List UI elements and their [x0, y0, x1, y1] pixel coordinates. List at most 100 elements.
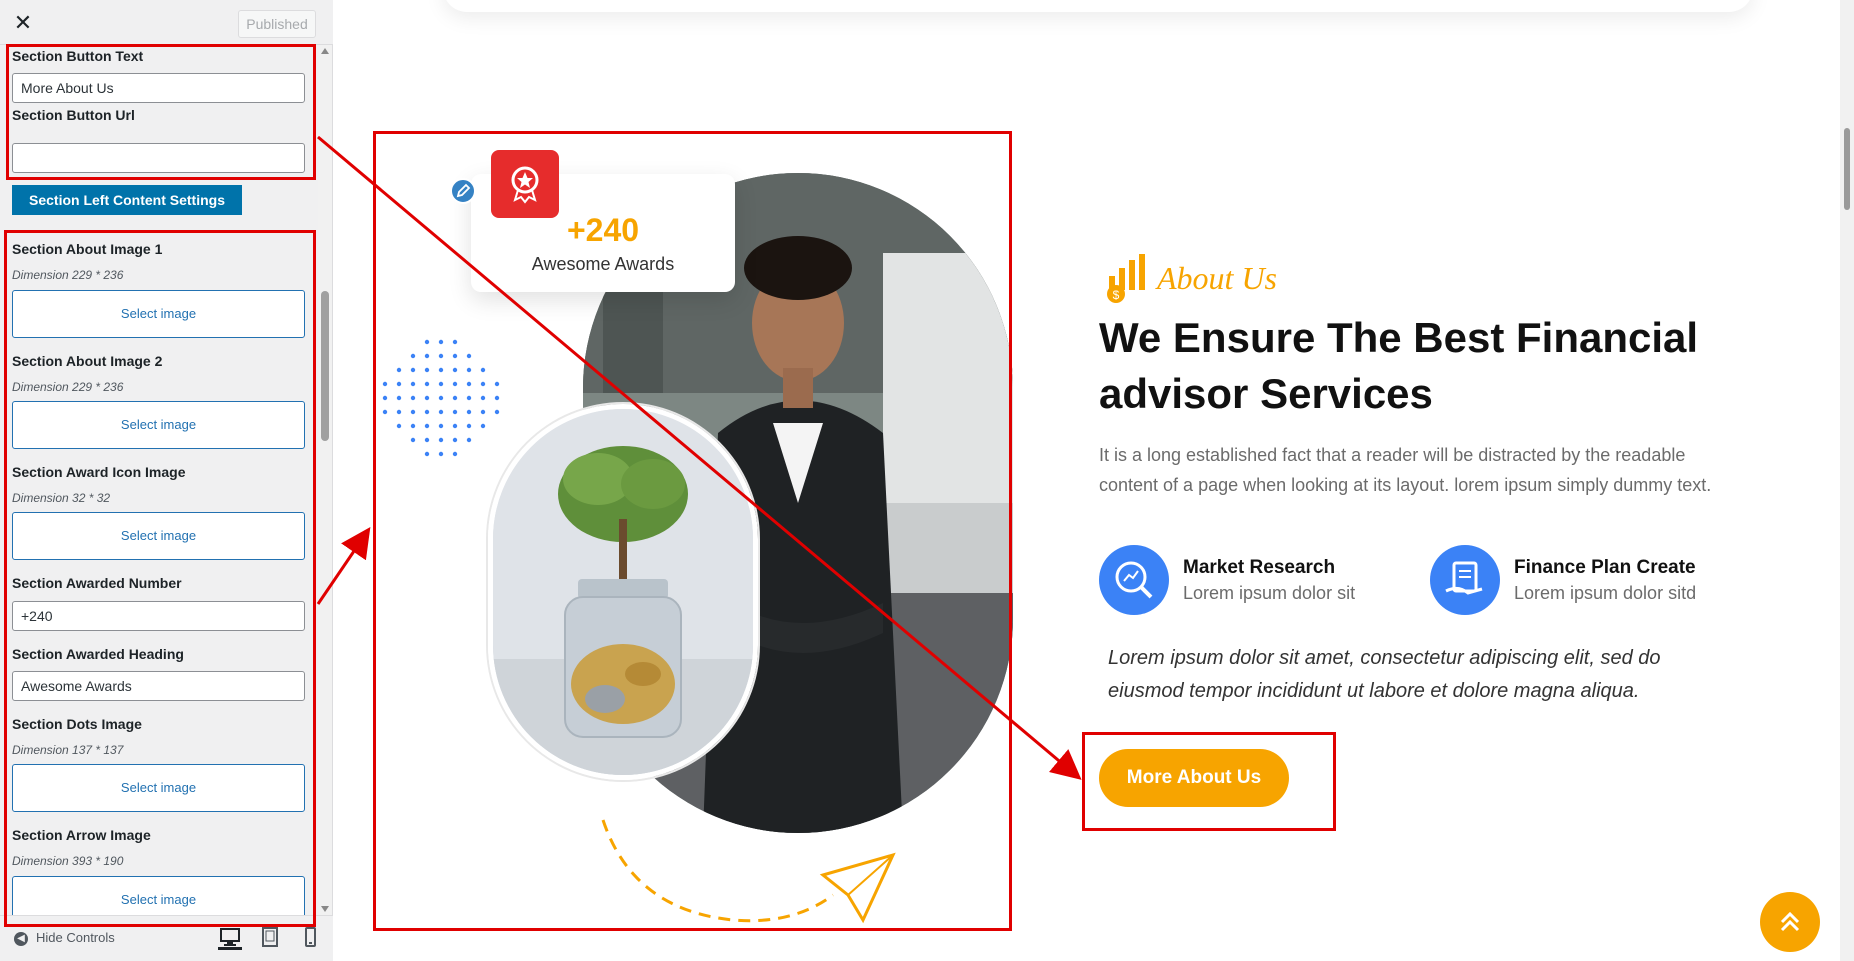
dot: [480, 409, 486, 415]
dot: [452, 409, 458, 415]
section-heading: We Ensure The Best Financial advisor Ser…: [1099, 314, 1699, 417]
sidebar-scrollbar[interactable]: [318, 45, 332, 915]
dot: [382, 409, 388, 415]
section-description: It is a long established fact that a rea…: [1099, 445, 1712, 495]
about-images: +240 Awesome Awards: [373, 150, 1013, 930]
arrow-image-select-button[interactable]: Select image: [12, 876, 305, 915]
about-label: About Us: [1157, 260, 1277, 296]
dot: [452, 395, 458, 401]
about-tag: $ About Us: [1099, 252, 1277, 306]
dot: [480, 367, 486, 373]
svg-text:$: $: [1113, 288, 1120, 302]
award-icon-select-button[interactable]: Select image: [12, 512, 305, 560]
sidebar-controls: Section Button Text More About Us Sectio…: [0, 45, 318, 915]
button-text-input[interactable]: More About Us: [12, 73, 305, 103]
site-preview: +240 Awesome Awards $ About Us We Ensure…: [333, 0, 1854, 961]
scroll-up-icon[interactable]: [321, 48, 329, 54]
dot: [438, 451, 444, 457]
award-icon-label: Section Award Icon Image: [12, 464, 186, 480]
dot: [480, 395, 486, 401]
about-image-jar: [488, 404, 758, 780]
left-content-settings-button[interactable]: Section Left Content Settings: [12, 185, 242, 215]
dot: [438, 409, 444, 415]
edit-pencil-icon[interactable]: [450, 178, 476, 204]
dot: [424, 451, 430, 457]
page-scrollbar[interactable]: [1840, 0, 1854, 961]
dots-image-select-button[interactable]: Select image: [12, 764, 305, 812]
dot: [452, 367, 458, 373]
hide-controls-label: Hide Controls: [36, 930, 115, 945]
back-to-top-button[interactable]: [1760, 892, 1820, 952]
tablet-icon[interactable]: [258, 926, 282, 950]
award-badge-icon: [491, 150, 559, 218]
published-button[interactable]: Published: [238, 10, 316, 38]
dots-image-dimension: Dimension 137 * 137: [12, 743, 124, 757]
button-url-input[interactable]: [12, 143, 305, 173]
dot: [480, 381, 486, 387]
sidebar-footer: ◀ Hide Controls: [0, 915, 333, 961]
about-image1-select-button[interactable]: Select image: [12, 290, 305, 338]
about-image1-label: Section About Image 1: [12, 241, 163, 257]
page-scroll-thumb[interactable]: [1844, 128, 1850, 210]
dot: [396, 381, 402, 387]
customizer-app: ✕ Published Section Button Text More Abo…: [0, 0, 1854, 961]
dot: [424, 381, 430, 387]
dot: [452, 437, 458, 443]
feature-subtitle: Lorem ipsum dolor sitd: [1514, 583, 1697, 603]
dot: [438, 339, 444, 345]
dot: [424, 367, 430, 373]
dot: [466, 409, 472, 415]
about-image2-dimension: Dimension 229 * 236: [12, 380, 124, 394]
close-icon[interactable]: ✕: [8, 8, 38, 38]
dot: [452, 451, 458, 457]
dot: [424, 339, 430, 345]
dot: [438, 367, 444, 373]
award-heading: Awesome Awards: [531, 254, 675, 274]
dot: [466, 437, 472, 443]
dot: [438, 353, 444, 359]
dot: [396, 409, 402, 415]
dot: [410, 395, 416, 401]
feature-title: Market Research: [1183, 557, 1336, 578]
dot: [396, 367, 402, 373]
award-icon-dimension: Dimension 32 * 32: [12, 491, 111, 505]
double-chevron-up-icon: [1780, 911, 1800, 932]
dot: [466, 395, 472, 401]
dot: [410, 367, 416, 373]
previous-section-card: [443, 0, 1753, 12]
awarded-number-input[interactable]: +240: [12, 601, 305, 631]
dots-decoration: [382, 339, 500, 457]
dot: [452, 339, 458, 345]
dot: [494, 381, 500, 387]
hide-controls-button[interactable]: ◀ Hide Controls: [14, 930, 115, 946]
dot: [410, 409, 416, 415]
desktop-icon[interactable]: [218, 926, 242, 950]
more-about-us-button[interactable]: More About Us: [1099, 749, 1289, 807]
dot: [452, 423, 458, 429]
scroll-down-icon[interactable]: [321, 906, 329, 912]
feature-title: Finance Plan Create: [1514, 557, 1696, 578]
dot: [494, 409, 500, 415]
sidebar-scroll-thumb[interactable]: [321, 291, 329, 441]
dot: [410, 423, 416, 429]
awarded-number-label: Section Awarded Number: [12, 575, 182, 591]
feature-subtitle: Lorem ipsum dolor sit: [1183, 583, 1356, 603]
dot: [438, 423, 444, 429]
button-text-label: Section Button Text: [12, 48, 144, 64]
awarded-heading-input[interactable]: Awesome Awards: [12, 671, 305, 701]
sidebar-header: ✕ Published: [0, 0, 333, 45]
dot: [396, 395, 402, 401]
about-image1-dimension: Dimension 229 * 236: [12, 268, 124, 282]
arrow-image-dimension: Dimension 393 * 190: [12, 854, 124, 868]
dot: [466, 381, 472, 387]
dot: [452, 353, 458, 359]
collapse-arrow-icon: ◀: [14, 931, 28, 946]
dots-image-label: Section Dots Image: [12, 716, 142, 732]
dot: [452, 381, 458, 387]
dot: [410, 381, 416, 387]
mobile-icon[interactable]: [298, 926, 322, 950]
dot: [438, 437, 444, 443]
about-image2-select-button[interactable]: Select image: [12, 401, 305, 449]
button-url-label: Section Button Url: [12, 107, 135, 123]
dot: [424, 437, 430, 443]
